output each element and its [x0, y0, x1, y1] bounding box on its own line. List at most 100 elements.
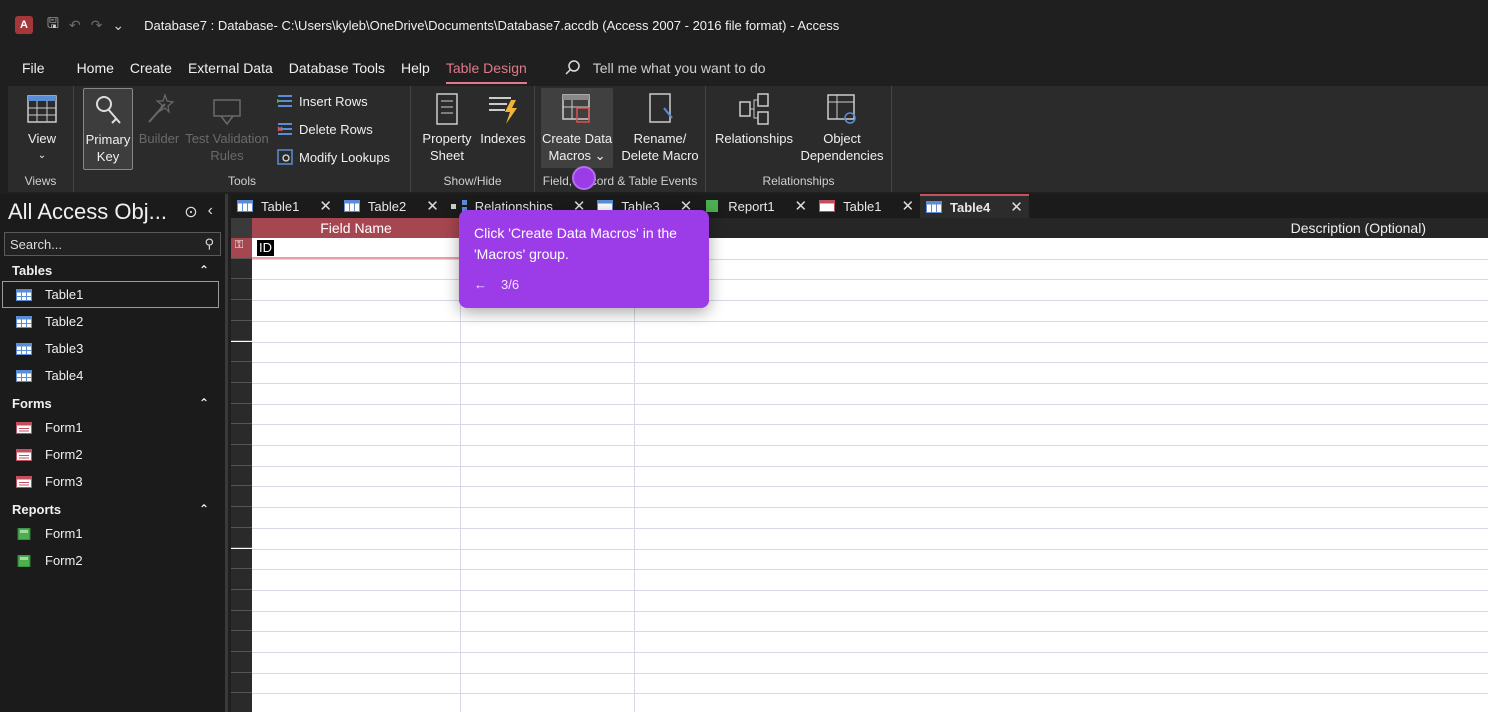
close-icon[interactable]: ✕: [795, 197, 808, 215]
tab-database-tools[interactable]: Database Tools: [281, 60, 393, 76]
tour-beacon[interactable]: [572, 166, 596, 190]
grid-row-line: [252, 589, 1488, 591]
nav-item-form1[interactable]: Form1: [0, 414, 225, 441]
column-header-description[interactable]: Description (Optional): [634, 218, 1488, 238]
nav-section-forms[interactable]: Forms ⌃: [0, 392, 225, 414]
back-arrow-icon[interactable]: ←: [474, 277, 487, 292]
doc-tab-table4[interactable]: Table4 ✕: [920, 194, 1029, 218]
row-selector[interactable]: [231, 362, 252, 383]
nav-section-tables[interactable]: Tables ⌃: [0, 259, 225, 281]
redo-icon[interactable]: ↷: [91, 17, 103, 34]
rename-delete-macro-button[interactable]: Rename/ Delete Macro: [617, 92, 703, 164]
primary-key-button[interactable]: Primary Key: [83, 88, 133, 170]
field-name-cell[interactable]: ID: [257, 240, 274, 256]
select-all-cell[interactable]: [231, 218, 252, 238]
tell-me-search[interactable]: Tell me what you want to do: [565, 60, 766, 76]
close-icon[interactable]: ✕: [1010, 198, 1023, 216]
row-selector[interactable]: [231, 652, 252, 673]
close-icon[interactable]: ✕: [319, 197, 332, 215]
test-validation-rules-button[interactable]: Test Validation Rules: [184, 92, 270, 164]
nav-item-table4[interactable]: Table4: [0, 362, 225, 389]
object-dependencies-button[interactable]: Object Dependencies: [798, 92, 886, 164]
row-selector[interactable]: [231, 672, 252, 694]
nav-title[interactable]: All Access Obj...: [8, 199, 167, 225]
row-selector[interactable]: [231, 403, 252, 425]
builder-button[interactable]: Builder: [136, 92, 182, 147]
row-selector[interactable]: [231, 693, 252, 712]
nav-item-form2[interactable]: Form2: [0, 441, 225, 468]
access-app-icon[interactable]: A: [15, 16, 33, 34]
group-label-table-events: Field, Record & Table Events: [542, 174, 698, 188]
tell-me-placeholder: Tell me what you want to do: [592, 60, 766, 76]
nav-item-table1[interactable]: Table1: [2, 281, 219, 308]
doc-tab-table1-second[interactable]: Table1 ✕: [813, 194, 920, 218]
view-button[interactable]: View ⌄: [18, 92, 66, 164]
nav-menu-dropdown-icon[interactable]: ⊙: [184, 202, 197, 222]
save-icon[interactable]: 🖫: [47, 13, 59, 37]
row-selector[interactable]: [231, 569, 252, 590]
row-selector[interactable]: [231, 527, 252, 549]
group-show-hide: Property Sheet Indexes Show/Hide: [411, 86, 535, 192]
ribbon-tabs: File Home Create External Data Database …: [0, 52, 1488, 84]
row-selector[interactable]: [231, 320, 252, 342]
tab-external-data[interactable]: External Data: [180, 60, 281, 76]
row-selector[interactable]: [231, 445, 252, 466]
row-selector[interactable]: [231, 279, 252, 301]
delete-rows-button[interactable]: Delete Rows: [277, 121, 373, 137]
insert-rows-button[interactable]: Insert Rows: [277, 93, 368, 109]
table-icon: [343, 200, 360, 212]
tab-file[interactable]: File: [14, 60, 53, 76]
tab-help[interactable]: Help: [393, 60, 438, 76]
view-icon: [27, 95, 57, 123]
doc-tab-table2[interactable]: Table2 ✕: [338, 194, 445, 218]
table-icon: [926, 201, 943, 213]
tooltip-message: Click 'Create Data Macros' in the 'Macro…: [474, 225, 677, 262]
row-selector[interactable]: [231, 465, 252, 487]
undo-icon[interactable]: ↶: [69, 17, 81, 34]
nav-item-form3[interactable]: Form3: [0, 468, 225, 495]
relationships-button[interactable]: Relationships: [712, 92, 796, 147]
search-icon: [565, 60, 580, 75]
row-selector[interactable]: [231, 258, 252, 280]
doc-tab-table1[interactable]: Table1 ✕: [231, 194, 338, 218]
table-icon: [237, 200, 253, 212]
doc-tab-report1[interactable]: Report1 ✕: [698, 194, 813, 218]
row-selector[interactable]: [231, 631, 252, 652]
grid-row-line: [252, 631, 1488, 633]
row-selector[interactable]: [231, 382, 252, 404]
row-selector[interactable]: [231, 610, 252, 632]
collapse-pane-icon[interactable]: ‹: [208, 202, 213, 222]
nav-item-table3[interactable]: Table3: [0, 335, 225, 362]
row-selector-primary-key[interactable]: ⚿: [231, 238, 252, 259]
tab-create[interactable]: Create: [122, 60, 180, 76]
property-sheet-button[interactable]: Property Sheet: [417, 92, 477, 164]
row-selector[interactable]: [231, 424, 252, 445]
rename-macro-icon: [649, 93, 673, 123]
nav-search-input[interactable]: Search... ⚲: [4, 232, 221, 256]
row-selector[interactable]: [231, 548, 252, 570]
nav-item-report-form2[interactable]: Form2: [0, 547, 225, 574]
create-data-macros-button[interactable]: Create Data Macros ⌄: [541, 88, 613, 168]
form-icon: [16, 448, 32, 461]
table-design-grid[interactable]: Field Name Description (Optional) ⚿ ID: [231, 218, 1488, 712]
nav-item-report-form1[interactable]: Form1: [0, 520, 225, 547]
modify-lookups-button[interactable]: Modify Lookups: [277, 149, 390, 165]
form-icon: [16, 475, 32, 488]
row-selector[interactable]: [231, 300, 252, 321]
row-selector[interactable]: [231, 486, 252, 508]
tab-table-design[interactable]: Table Design: [438, 60, 535, 84]
row-selector[interactable]: [231, 507, 252, 528]
indexes-button[interactable]: Indexes: [477, 92, 529, 147]
customize-qat-icon[interactable]: ⌄: [112, 17, 124, 34]
grid-row-line: [252, 527, 1488, 529]
column-header-field-name[interactable]: Field Name: [252, 218, 460, 238]
search-icon: ⚲: [204, 236, 214, 251]
row-selector[interactable]: [231, 589, 252, 611]
report-icon: [17, 527, 31, 540]
close-icon[interactable]: ✕: [901, 197, 914, 215]
row-selector[interactable]: [231, 341, 252, 363]
tab-home[interactable]: Home: [69, 60, 122, 76]
nav-item-table2[interactable]: Table2: [0, 308, 225, 335]
nav-section-reports[interactable]: Reports ⌃: [0, 498, 225, 520]
close-icon[interactable]: ✕: [426, 197, 439, 215]
